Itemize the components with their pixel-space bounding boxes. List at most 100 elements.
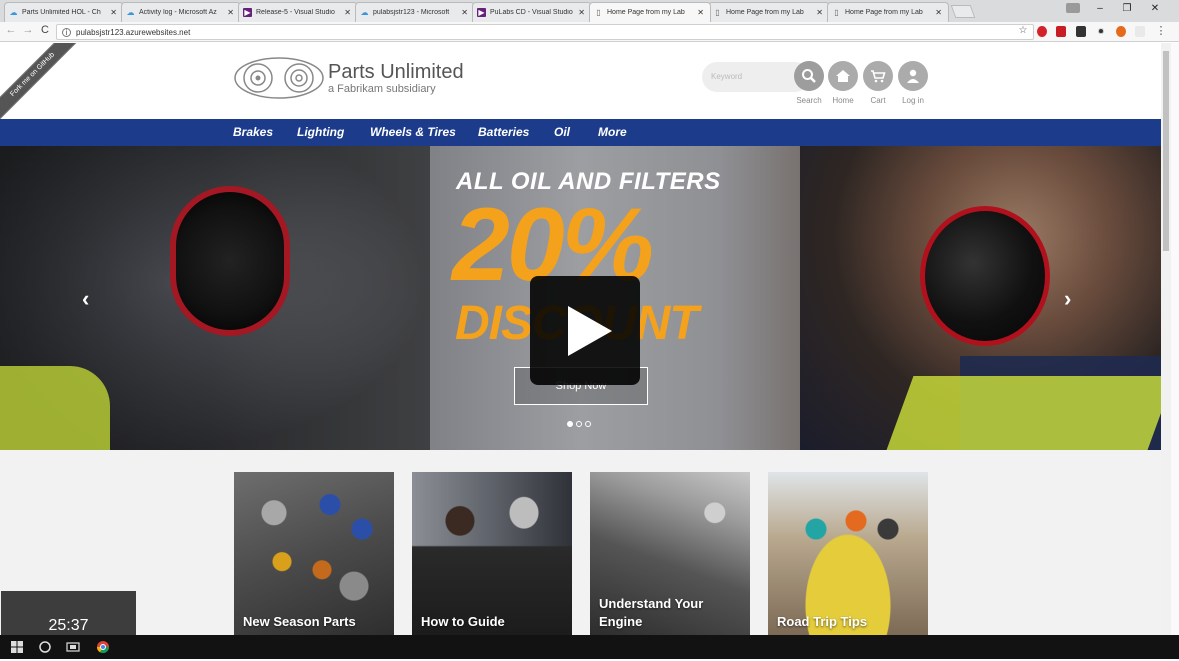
browser-tab[interactable]: ☁ Parts Unlimited HOL - Ch ✕ bbox=[4, 2, 124, 22]
hero-photo-vest bbox=[0, 366, 110, 450]
menu-icon[interactable]: ⋮ bbox=[1155, 24, 1167, 37]
browser-tab[interactable]: ☁ pulabsjstr123 - Microsoft ✕ bbox=[355, 2, 475, 22]
logo-title: Parts Unlimited bbox=[328, 60, 464, 83]
close-icon[interactable]: ✕ bbox=[816, 8, 823, 17]
card-how-to-guide[interactable]: How to Guide bbox=[412, 472, 572, 635]
hero-photo-earmuff bbox=[170, 186, 290, 336]
cortana-icon[interactable] bbox=[38, 640, 52, 654]
card-road-trip-tips[interactable]: Road Trip Tips bbox=[768, 472, 928, 635]
vs-icon: ▶ bbox=[477, 8, 486, 17]
browser-tab[interactable]: ▯ Home Page from my Lab ✕ bbox=[708, 2, 830, 22]
play-icon bbox=[568, 306, 612, 356]
cart-button[interactable] bbox=[863, 61, 893, 91]
browser-tab[interactable]: ☁ Activity log - Microsoft Az ✕ bbox=[121, 2, 241, 22]
tab-title: Home Page from my Lab bbox=[845, 9, 923, 16]
close-icon[interactable]: ✕ bbox=[935, 8, 942, 17]
card-caption: Road Trip Tips bbox=[777, 614, 868, 629]
close-icon[interactable]: ✕ bbox=[697, 8, 704, 17]
close-icon[interactable]: ✕ bbox=[578, 8, 585, 17]
task-view-icon[interactable] bbox=[66, 640, 80, 654]
url-text: pulabsjstr123.azurewebsites.net bbox=[76, 27, 191, 37]
nav-item-more[interactable]: More bbox=[598, 125, 627, 139]
cloud-icon: ☁ bbox=[126, 8, 135, 17]
carousel-dot[interactable] bbox=[567, 421, 573, 427]
tab-title: PuLabs CD - Visual Studio bbox=[490, 9, 573, 16]
user-icon bbox=[907, 69, 919, 83]
nav-item-oil[interactable]: Oil bbox=[554, 125, 570, 139]
card-image-guide bbox=[412, 472, 572, 635]
new-tab-button[interactable] bbox=[950, 5, 976, 18]
window-edge bbox=[1171, 43, 1179, 635]
nav-item-wheels-tires[interactable]: Wheels & Tires bbox=[370, 125, 456, 139]
browser-tab[interactable]: ▶ Release-5 - Visual Studio ✕ bbox=[238, 2, 358, 22]
logo-subtitle: a Fabrikam subsidiary bbox=[328, 82, 436, 95]
extension-icon[interactable] bbox=[1135, 26, 1145, 37]
forward-icon[interactable]: → bbox=[22, 24, 34, 36]
browser-tab[interactable]: ▯ Home Page from my Lab ✕ bbox=[827, 2, 949, 22]
hero-photo-earmuff bbox=[920, 206, 1050, 346]
close-icon[interactable]: ✕ bbox=[461, 8, 468, 17]
card-understand-engine[interactable]: Understand Your Engine bbox=[590, 472, 750, 635]
card-new-season-parts[interactable]: New Season Parts bbox=[234, 472, 394, 635]
home-button[interactable] bbox=[828, 61, 858, 91]
tab-title: Home Page from my Lab bbox=[607, 9, 685, 16]
site-logo[interactable]: Parts Unlimited a Fabrikam subsidiary bbox=[234, 57, 464, 99]
profile-icon[interactable] bbox=[1066, 3, 1080, 13]
chrome-icon[interactable] bbox=[96, 640, 110, 654]
carousel-dot[interactable] bbox=[576, 421, 582, 427]
adblock-icon[interactable] bbox=[1037, 26, 1047, 37]
card-image-parts bbox=[234, 472, 394, 635]
page-scrollbar[interactable] bbox=[1161, 43, 1171, 635]
search-button[interactable] bbox=[794, 61, 824, 91]
info-icon[interactable]: i bbox=[62, 27, 71, 37]
restore-icon[interactable]: ❐ bbox=[1119, 3, 1135, 14]
close-icon[interactable]: ✕ bbox=[227, 8, 234, 17]
tab-title: Release-5 - Visual Studio bbox=[256, 9, 335, 16]
carousel-prev-icon[interactable]: ‹ bbox=[82, 286, 89, 312]
layers-icon[interactable] bbox=[1076, 26, 1086, 37]
vs-icon: ▶ bbox=[243, 8, 252, 17]
card-caption: New Season Parts bbox=[243, 614, 356, 629]
fork-ribbon[interactable]: Fork me on GitHub bbox=[0, 43, 78, 120]
page-icon: ▯ bbox=[596, 8, 601, 17]
back-icon[interactable]: ← bbox=[5, 24, 17, 36]
featured-section: New Season Parts How to Guide Understand… bbox=[0, 450, 1161, 635]
tab-title: pulabsjstr123 - Microsoft bbox=[373, 9, 450, 16]
close-icon[interactable]: ✕ bbox=[344, 8, 351, 17]
windows-start-icon[interactable] bbox=[10, 640, 24, 654]
reload-icon[interactable]: C bbox=[39, 24, 51, 36]
login-label: Log in bbox=[902, 96, 924, 105]
tab-title: Activity log - Microsoft Az bbox=[139, 9, 217, 16]
scrollbar-thumb[interactable] bbox=[1163, 51, 1169, 251]
home-icon bbox=[836, 70, 850, 82]
minimize-icon[interactable]: – bbox=[1092, 3, 1108, 14]
video-play-button[interactable] bbox=[530, 276, 640, 385]
gear-icon[interactable]: ✹ bbox=[1096, 26, 1106, 37]
logo-icon bbox=[234, 57, 324, 99]
card-image-roadtrip bbox=[768, 472, 928, 635]
carousel-next-icon[interactable]: › bbox=[1064, 286, 1071, 312]
page-icon: ▯ bbox=[834, 8, 839, 17]
close-icon[interactable]: ✕ bbox=[110, 8, 117, 17]
web-page: Fork me on GitHub Parts Unlimited a Fabr… bbox=[0, 43, 1161, 635]
cart-label: Cart bbox=[870, 96, 886, 105]
nav-item-batteries[interactable]: Batteries bbox=[478, 125, 529, 139]
browser-tab-strip: ☁ Parts Unlimited HOL - Ch ✕ ☁ Activity … bbox=[0, 0, 1179, 22]
cloud-icon: ☁ bbox=[9, 8, 18, 17]
category-nav: Brakes Lighting Wheels & Tires Batteries… bbox=[0, 119, 1161, 146]
nav-item-lighting[interactable]: Lighting bbox=[297, 125, 344, 139]
extension-icon[interactable] bbox=[1116, 26, 1126, 37]
cloud-icon: ☁ bbox=[360, 8, 369, 17]
browser-tab-active[interactable]: ▯ Home Page from my Lab ✕ bbox=[589, 2, 711, 22]
address-bar[interactable]: i pulabsjstr123.azurewebsites.net bbox=[56, 24, 1034, 40]
carousel-indicators bbox=[567, 421, 591, 427]
extension-icon[interactable] bbox=[1056, 26, 1066, 37]
card-caption: Understand Your Engine bbox=[599, 596, 704, 629]
carousel-dot[interactable] bbox=[585, 421, 591, 427]
browser-tab[interactable]: ▶ PuLabs CD - Visual Studio ✕ bbox=[472, 2, 592, 22]
login-button[interactable] bbox=[898, 61, 928, 91]
close-window-icon[interactable]: ✕ bbox=[1147, 3, 1163, 14]
star-icon[interactable]: ☆ bbox=[1017, 25, 1029, 36]
windows-taskbar bbox=[0, 635, 1179, 659]
nav-item-brakes[interactable]: Brakes bbox=[233, 125, 273, 139]
